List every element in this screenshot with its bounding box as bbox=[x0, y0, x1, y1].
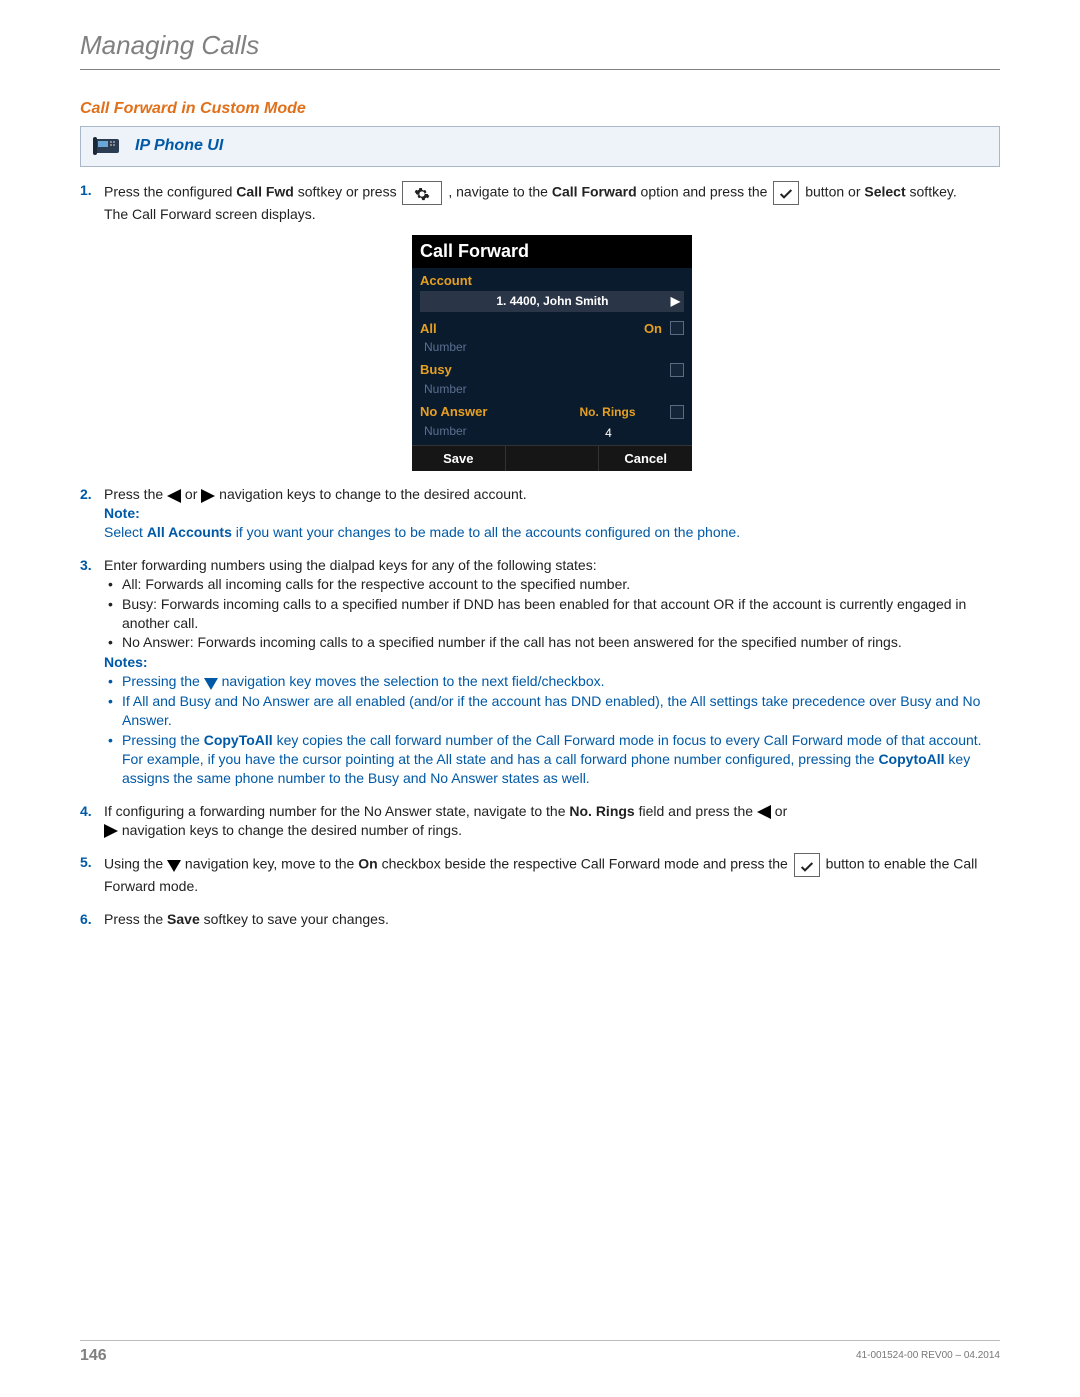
step-2: Press the or navigation keys to change t… bbox=[80, 485, 1000, 542]
bold: All Accounts bbox=[147, 524, 232, 540]
step-6: Press the Save softkey to save your chan… bbox=[80, 910, 1000, 929]
cancel-softkey: Cancel bbox=[599, 446, 692, 472]
bold: Call Fwd bbox=[236, 183, 294, 199]
confirm-key-icon bbox=[773, 181, 799, 205]
text: navigation key moves the selection to th… bbox=[218, 673, 605, 689]
busy-checkbox bbox=[670, 363, 684, 377]
all-label: All bbox=[420, 320, 437, 338]
step-3: Enter forwarding numbers using the dialp… bbox=[80, 556, 1000, 788]
text: The Call Forward screen displays. bbox=[104, 205, 1000, 224]
chapter-title: Managing Calls bbox=[80, 28, 1000, 70]
bold: Call Forward bbox=[552, 183, 637, 199]
note-text: Select All Accounts if you want your cha… bbox=[104, 523, 1000, 542]
bold: No. Rings bbox=[569, 803, 634, 819]
text: , navigate to the bbox=[448, 183, 552, 199]
nav-right-icon bbox=[201, 489, 215, 503]
nav-left-icon bbox=[167, 489, 181, 503]
text: Press the bbox=[104, 911, 167, 927]
noanswer-label: No Answer bbox=[420, 403, 545, 421]
noanswer-checkbox bbox=[670, 405, 684, 419]
text: checkbox beside the respective Call Forw… bbox=[378, 856, 792, 872]
on-label: On bbox=[644, 320, 662, 338]
text: Select bbox=[104, 524, 147, 540]
busy-label: Busy bbox=[420, 361, 452, 379]
bullet: No Answer: Forwards incoming calls to a … bbox=[122, 633, 1000, 652]
nav-down-icon bbox=[204, 678, 218, 690]
phone-screen-title: Call Forward bbox=[412, 235, 692, 267]
bold: Save bbox=[167, 911, 200, 927]
all-checkbox bbox=[670, 321, 684, 335]
text: Press the configured bbox=[104, 183, 236, 199]
number-sublabel: Number bbox=[420, 339, 684, 359]
step-4: If configuring a forwarding number for t… bbox=[80, 802, 1000, 840]
bullet: Busy: Forwards incoming calls to a speci… bbox=[122, 595, 1000, 633]
text: Press the bbox=[104, 486, 167, 502]
step-5: Using the navigation key, move to the On… bbox=[80, 853, 1000, 896]
bold: CopyToAll bbox=[204, 732, 273, 748]
text: softkey to save your changes. bbox=[200, 911, 389, 927]
bold: CopytoAll bbox=[878, 751, 944, 767]
text: Enter forwarding numbers using the dialp… bbox=[104, 557, 597, 573]
step-1: Press the configured Call Fwd softkey or… bbox=[80, 181, 1000, 472]
text: Pressing the bbox=[122, 732, 204, 748]
bullet: All: Forwards all incoming calls for the… bbox=[122, 575, 1000, 594]
text: Using the bbox=[104, 856, 167, 872]
text: navigation keys to change the desired nu… bbox=[118, 822, 462, 838]
text: or bbox=[181, 486, 201, 502]
account-label: Account bbox=[420, 272, 684, 290]
bold: Select bbox=[864, 183, 905, 199]
blank-softkey bbox=[505, 446, 600, 472]
confirm-key-icon bbox=[794, 853, 820, 877]
document-id: 41-001524-00 REV00 – 04.2014 bbox=[856, 1349, 1000, 1363]
text: If configuring a forwarding number for t… bbox=[104, 803, 569, 819]
phone-screen: Call Forward Account 1. 4400, John Smith… bbox=[412, 235, 692, 471]
text: softkey. bbox=[906, 183, 957, 199]
text: softkey or press bbox=[294, 183, 401, 199]
account-selector: 1. 4400, John Smith ▶ bbox=[420, 291, 684, 311]
note-bullet: If All and Busy and No Answer are all en… bbox=[122, 692, 1000, 730]
text: option and press the bbox=[637, 183, 772, 199]
account-value: 1. 4400, John Smith bbox=[496, 293, 608, 309]
norings-value: 4 bbox=[547, 425, 670, 441]
nav-down-icon bbox=[167, 860, 181, 872]
phone-icon bbox=[93, 131, 123, 162]
text: field and press the bbox=[635, 803, 757, 819]
text: or bbox=[771, 803, 787, 819]
text: Pressing the bbox=[122, 673, 204, 689]
nav-left-icon bbox=[757, 805, 771, 819]
page-number: 146 bbox=[80, 1345, 107, 1367]
norings-label: No. Rings bbox=[545, 404, 670, 420]
text: navigation key, move to the bbox=[181, 856, 358, 872]
save-softkey: Save bbox=[412, 446, 505, 472]
number-sublabel: Number bbox=[420, 423, 547, 443]
text: navigation keys to change to the desired… bbox=[215, 486, 526, 502]
note-label: Note: bbox=[104, 504, 1000, 523]
settings-key-icon bbox=[402, 181, 442, 205]
nav-right-icon bbox=[104, 824, 118, 838]
notes-label: Notes: bbox=[104, 653, 1000, 672]
callout-title: IP Phone UI bbox=[135, 135, 223, 157]
number-sublabel: Number bbox=[420, 381, 684, 401]
text: button or bbox=[805, 183, 864, 199]
note-bullet: Pressing the CopyToAll key copies the ca… bbox=[122, 731, 1000, 788]
section-title: Call Forward in Custom Mode bbox=[80, 98, 1000, 120]
note-bullet: Pressing the navigation key moves the se… bbox=[122, 672, 1000, 691]
text: if you want your changes to be made to a… bbox=[232, 524, 740, 540]
ip-phone-callout: IP Phone UI bbox=[80, 126, 1000, 167]
page-footer: 146 41-001524-00 REV00 – 04.2014 bbox=[80, 1340, 1000, 1367]
chevron-right-icon: ▶ bbox=[671, 293, 680, 309]
bold: On bbox=[358, 856, 377, 872]
